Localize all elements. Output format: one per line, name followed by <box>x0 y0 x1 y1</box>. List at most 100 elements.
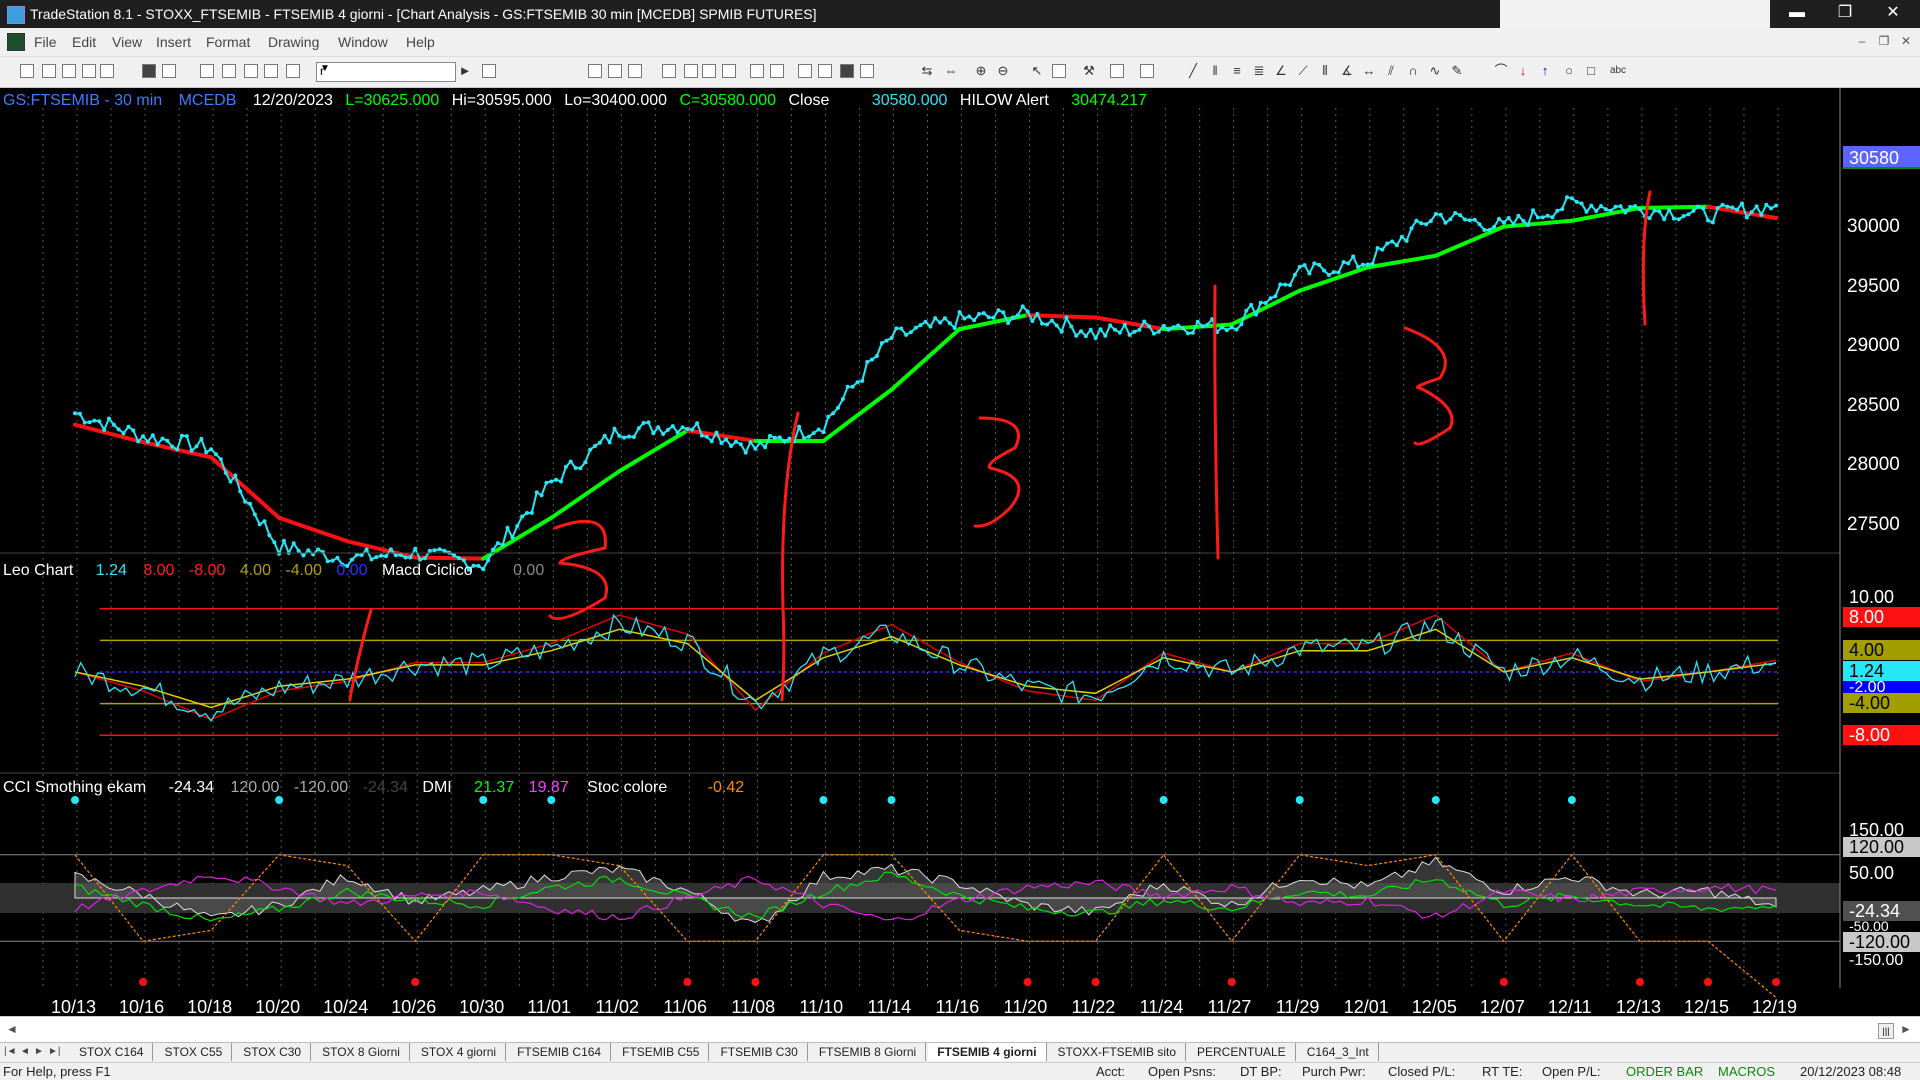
minimize-button[interactable]: ▬ <box>1774 0 1820 28</box>
tab-prev-icon[interactable]: ◄ <box>20 1046 30 1057</box>
play-icon[interactable]: ► <box>458 64 472 78</box>
order-bar-button[interactable]: ORDER BAR <box>1626 1064 1703 1079</box>
workspace-tab[interactable]: FTSEMIB C55 <box>613 1043 710 1061</box>
hotlist-icon[interactable] <box>770 64 784 78</box>
chart-area[interactable]: GS:FTSEMIB - 30 min MCEDB 12/20/2023 L=3… <box>0 88 1920 1016</box>
zoom-in-icon[interactable]: ⊕ <box>974 64 988 78</box>
menu-insert[interactable]: Insert <box>156 34 191 50</box>
page-icon[interactable] <box>82 64 96 78</box>
mdi-restore-button[interactable]: ❐ <box>1874 32 1894 50</box>
menu-window[interactable]: Window <box>338 34 388 50</box>
workspace-tab[interactable]: STOX 4 giorni <box>412 1043 507 1061</box>
scroll-thumb[interactable]: ||| <box>1878 1023 1894 1039</box>
workspace-tab[interactable]: STOX C164 <box>70 1043 154 1061</box>
clear-icon[interactable] <box>1140 64 1154 78</box>
trendline-icon[interactable]: ╱ <box>1186 64 1200 78</box>
cascade-icon[interactable] <box>222 64 236 78</box>
text-icon[interactable]: abc <box>1608 64 1628 78</box>
tools-icon[interactable]: ⚒ <box>1082 64 1096 78</box>
cycle-icon[interactable]: ∿ <box>1428 64 1442 78</box>
scroll-left-icon[interactable]: ◄ <box>6 1022 18 1036</box>
chevron-down-icon[interactable]: ▼ <box>320 63 452 74</box>
workspace-tab[interactable]: STOX 8 Giorni <box>313 1043 410 1061</box>
scroll-icon[interactable]: ⇔ <box>944 64 958 78</box>
mdi-minimize-button[interactable]: ‒ <box>1852 32 1872 50</box>
strategy-icon[interactable] <box>684 64 698 78</box>
matrix-icon[interactable] <box>818 64 832 78</box>
menu-view[interactable]: View <box>112 34 142 50</box>
pencil-icon[interactable]: ✎ <box>1450 64 1464 78</box>
new-icon[interactable] <box>20 64 34 78</box>
arrow-up-icon[interactable]: ↑ <box>1538 64 1552 78</box>
window-icon[interactable] <box>200 64 214 78</box>
stoch-top-dot <box>1567 796 1576 804</box>
workspace-tab[interactable]: FTSEMIB C164 <box>508 1043 612 1061</box>
arc-icon[interactable]: ∩ <box>1406 64 1420 78</box>
tab-last-icon[interactable]: ►| <box>48 1046 61 1057</box>
circle-icon[interactable]: ○ <box>1562 64 1576 78</box>
open-icon[interactable] <box>42 64 56 78</box>
indicator-icon[interactable] <box>662 64 676 78</box>
print-preview-icon[interactable] <box>162 64 176 78</box>
chart-icon[interactable] <box>840 64 854 78</box>
curve-icon[interactable]: ⌒ <box>1494 64 1508 78</box>
fan-icon[interactable]: ⟋ <box>1296 64 1310 78</box>
workspace-tab[interactable]: FTSEMIB 4 giorni <box>928 1043 1047 1061</box>
news-icon[interactable] <box>860 64 874 78</box>
horizontal-line-icon[interactable]: ≡ <box>1230 64 1244 78</box>
gear-icon[interactable] <box>1110 64 1124 78</box>
symbol-select[interactable]: r ▼ <box>316 62 456 82</box>
lock-icon[interactable] <box>244 64 258 78</box>
channel-icon[interactable]: ≣ <box>1252 64 1266 78</box>
close-button[interactable]: ✕ <box>1870 0 1916 28</box>
radar-icon[interactable] <box>798 64 812 78</box>
tile-icon[interactable] <box>264 64 278 78</box>
speed-line-icon[interactable]: ∠ <box>1274 64 1288 78</box>
workspace-tab[interactable]: FTSEMIB 8 Giorni <box>810 1043 927 1061</box>
menu-format[interactable]: Format <box>206 34 250 50</box>
zoom-out-icon[interactable]: ⊖ <box>996 64 1010 78</box>
bars-icon[interactable]: ⇆ <box>920 64 934 78</box>
rectangle-icon[interactable]: □ <box>1584 64 1598 78</box>
arrow-down-icon[interactable]: ↓ <box>1516 64 1530 78</box>
extend-icon[interactable]: ↔ <box>1362 64 1376 78</box>
alert-icon[interactable] <box>750 64 764 78</box>
clipboard-icon[interactable] <box>100 64 114 78</box>
table-icon[interactable] <box>628 64 642 78</box>
price-point <box>729 444 734 448</box>
save-icon[interactable] <box>62 64 76 78</box>
workspace-tab[interactable]: STOX C55 <box>155 1043 233 1061</box>
data-window-icon[interactable] <box>608 64 622 78</box>
tab-next-icon[interactable]: ► <box>34 1046 44 1057</box>
price-point <box>1254 312 1258 317</box>
workspace-tab[interactable]: STOX C30 <box>234 1043 312 1061</box>
cursor-icon[interactable]: ↖ <box>1030 64 1044 78</box>
scanner-icon[interactable] <box>702 64 716 78</box>
restore-button[interactable]: ❐ <box>1822 0 1868 28</box>
print-icon[interactable] <box>142 64 156 78</box>
tab-first-icon[interactable]: |◄ <box>4 1046 17 1057</box>
horizontal-scrollbar[interactable]: ◄ ► ||| <box>0 1016 1920 1043</box>
gann-icon[interactable]: ∡ <box>1340 64 1354 78</box>
fibonacci-icon[interactable]: ⦀ <box>1318 64 1332 78</box>
vertical-lines-icon[interactable]: ‖ <box>1208 64 1222 78</box>
menu-file[interactable]: File <box>34 34 57 50</box>
find-icon[interactable] <box>482 64 496 78</box>
refresh-icon[interactable] <box>722 64 736 78</box>
menu-help[interactable]: Help <box>406 34 435 50</box>
mdi-close-button[interactable]: ✕ <box>1896 32 1916 50</box>
workspace-tab[interactable]: PERCENTUALE <box>1188 1043 1296 1061</box>
scroll-right-icon[interactable]: ► <box>1900 1022 1912 1036</box>
globe-icon[interactable] <box>286 64 300 78</box>
pointer-icon[interactable] <box>1052 64 1066 78</box>
workspace-tab[interactable]: C164_3_Int <box>1298 1043 1379 1061</box>
workspace-tab[interactable]: STOXX-FTSEMIB sito <box>1049 1043 1186 1061</box>
chart-style-icon[interactable] <box>588 64 602 78</box>
menu-drawing[interactable]: Drawing <box>268 34 319 50</box>
chart-window-icon[interactable] <box>7 33 25 51</box>
parallel-icon[interactable]: ⫽ <box>1384 64 1398 78</box>
macros-button[interactable]: MACROS <box>1718 1064 1775 1079</box>
menu-edit[interactable]: Edit <box>72 34 96 50</box>
price-point <box>1414 218 1419 223</box>
workspace-tab[interactable]: FTSEMIB C30 <box>711 1043 808 1061</box>
